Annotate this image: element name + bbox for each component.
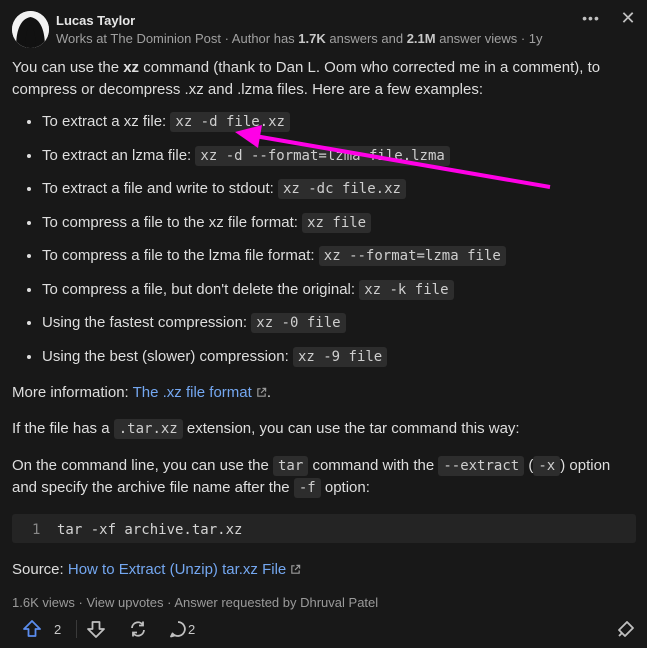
upvote-button[interactable]: 2	[22, 619, 61, 639]
command-line-paragraph: On the command line, you can use the tar…	[12, 455, 636, 499]
list-item: Using the best (slower) compression: xz …	[42, 346, 636, 380]
cmd-text-3: (	[524, 457, 534, 474]
close-button[interactable]: ✕	[618, 8, 638, 30]
downvote-button[interactable]	[86, 619, 106, 639]
separator: ·	[74, 595, 87, 610]
answer-header: Lucas Taylor Works at The Dominion Post …	[0, 0, 647, 56]
tar-text-2: extension, you can use the tar command t…	[182, 420, 520, 437]
answers-word: answers and	[325, 31, 407, 46]
list-item: To compress a file, but don't delete the…	[42, 279, 636, 313]
xz-format-link-text: The .xz file format	[132, 384, 252, 401]
x-flag-code: -x	[533, 456, 561, 476]
cmd-text-1: On the command line, you can use the	[12, 457, 273, 474]
answers-count: 1.7K	[298, 31, 326, 46]
views-count: 2.1M	[406, 31, 436, 46]
tar-paragraph: If the file has a .tar.xz extension, you…	[12, 418, 636, 440]
intro-paragraph: You can use the xz command (thank to Dan…	[12, 57, 636, 101]
upvote-count: 2	[54, 621, 62, 637]
action-bar: 2 2	[12, 615, 636, 643]
intro-text-1: You can use the	[12, 59, 124, 76]
more-info-label: More information:	[12, 384, 133, 401]
code-block: 1 tar -xf archive.tar.xz	[12, 514, 636, 543]
example-label: To extract a xz file:	[42, 113, 171, 130]
repost-button[interactable]	[616, 619, 636, 639]
comment-count: 2	[188, 621, 196, 637]
example-code: xz --format=lzma file	[318, 246, 506, 266]
example-code: xz -0 file	[251, 313, 346, 333]
example-label: To compress a file, but don't delete the…	[42, 280, 360, 298]
answer-stats: 1.6K views · View upvotes · Answer reque…	[12, 595, 378, 610]
list-item: To compress a file to the xz file format…	[42, 212, 636, 246]
external-link-icon	[291, 564, 301, 574]
author-name[interactable]: Lucas Taylor	[56, 13, 135, 28]
source-paragraph: Source: How to Extract (Unzip) tar.xz Fi…	[12, 559, 636, 581]
upvote-icon	[23, 620, 41, 637]
separator: ·	[163, 595, 175, 610]
example-label: To extract a file and write to stdout:	[42, 180, 278, 197]
more-options-button[interactable]: •••	[578, 10, 604, 30]
views-suffix: answer views · 1y	[435, 31, 543, 46]
example-label: To extract an lzma file:	[42, 146, 196, 164]
view-upvotes-link[interactable]: View upvotes	[86, 595, 163, 610]
answer-body: You can use the xz command (thank to Dan…	[12, 57, 636, 581]
downvote-icon	[87, 621, 105, 638]
author-credential: Works at The Dominion Post · Author has …	[56, 31, 543, 46]
cmd-text-5: option:	[320, 479, 370, 496]
source-link-text: How to Extract (Unzip) tar.xz File	[67, 561, 287, 578]
close-icon: ✕	[620, 8, 636, 28]
example-code: xz -k file	[359, 279, 454, 300]
list-item: To compress a file to the lzma file form…	[42, 245, 636, 279]
comment-button[interactable]: 2	[168, 619, 195, 639]
list-item: To extract an lzma file: xz -d --format=…	[42, 145, 636, 179]
example-label: To compress a file to the xz file format…	[42, 213, 303, 231]
more-info-end: .	[266, 384, 271, 401]
intro-command: xz	[123, 59, 140, 76]
tar-ext-code: .tar.xz	[113, 419, 183, 439]
avatar-silhouette-icon	[12, 11, 49, 48]
example-code: xz -dc file.xz	[277, 179, 406, 199]
source-label: Source:	[12, 561, 68, 578]
xz-format-link[interactable]: The .xz file format	[133, 384, 267, 401]
example-code: xz -d --format=lzma file.lzma	[195, 145, 450, 166]
example-code: xz file	[302, 212, 372, 233]
example-code: xz -9 file	[292, 346, 388, 367]
list-item: To extract a xz file: xz -d file.xz	[42, 111, 636, 145]
list-item: To extract a file and write to stdout: x…	[42, 178, 636, 212]
views-count-label: 1.6K views	[12, 595, 75, 610]
external-link-icon	[257, 387, 267, 397]
list-item: Using the fastest compression: xz -0 fil…	[42, 312, 636, 346]
example-code: xz -d file.xz	[170, 112, 290, 132]
examples-list: To extract a xz file: xz -d file.xz To e…	[12, 111, 636, 379]
share-button[interactable]	[128, 619, 148, 639]
example-label: Using the fastest compression:	[42, 314, 252, 331]
extract-code: --extract	[438, 456, 525, 476]
divider	[76, 620, 77, 638]
example-label: Using the best (slower) compression:	[42, 347, 293, 365]
requested-by: Answer requested by Dhruval Patel	[174, 595, 379, 610]
source-link[interactable]: How to Extract (Unzip) tar.xz File	[68, 561, 301, 578]
more-icon: •••	[582, 10, 600, 26]
avatar[interactable]	[12, 11, 49, 48]
tar-text-1: If the file has a	[12, 420, 114, 437]
tar-code: tar	[272, 456, 309, 476]
more-info-paragraph: More information: The .xz file format.	[12, 382, 636, 404]
example-label: To compress a file to the lzma file form…	[42, 247, 319, 264]
credential-prefix: Works at The Dominion Post · Author has	[56, 31, 299, 46]
repost-icon	[618, 621, 634, 637]
share-icon	[131, 621, 145, 637]
f-flag-code: -f	[293, 478, 321, 498]
line-number: 1	[32, 522, 41, 538]
cmd-text-2: command with the	[308, 457, 439, 474]
code-line: tar -xf archive.tar.xz	[57, 522, 243, 538]
comment-icon	[170, 621, 186, 638]
